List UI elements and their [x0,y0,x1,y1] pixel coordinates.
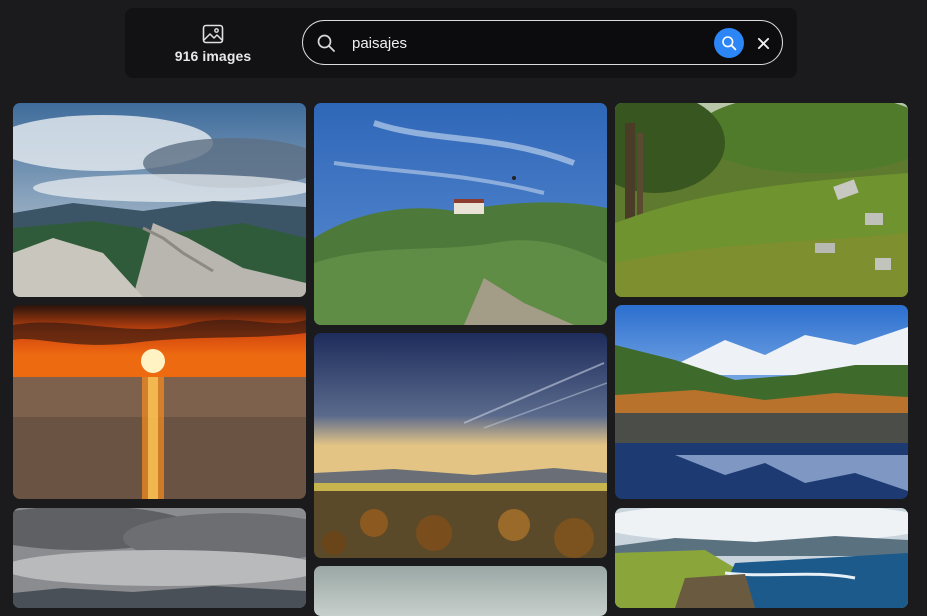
gallery-image-cloudy-mountains[interactable] [13,508,306,608]
search-icon [317,34,335,52]
image-count: 916 images [165,18,261,70]
search-box[interactable] [302,20,783,65]
gallery-image-mountain-ridge[interactable] [13,103,306,297]
gallery-image-mossy-forest[interactable] [615,103,908,297]
gallery-image-mountain-lake[interactable] [615,305,908,499]
search-submit-button[interactable] [714,28,744,58]
search-submit-icon [722,36,737,51]
gallery-image-coastal-cliffs[interactable] [615,508,908,608]
gallery-image-foggy-landscape[interactable] [314,566,607,616]
image-count-label: 916 images [174,48,252,64]
gallery-image-sunset-sea[interactable] [13,305,306,499]
gallery-image-plains-dusk[interactable] [314,333,607,558]
clear-search-button[interactable] [751,31,775,55]
images-icon [202,24,224,44]
close-icon [757,37,769,49]
top-bar: 916 images [125,8,797,78]
gallery-image-hillside-house[interactable] [314,103,607,325]
search-input[interactable] [350,27,694,60]
